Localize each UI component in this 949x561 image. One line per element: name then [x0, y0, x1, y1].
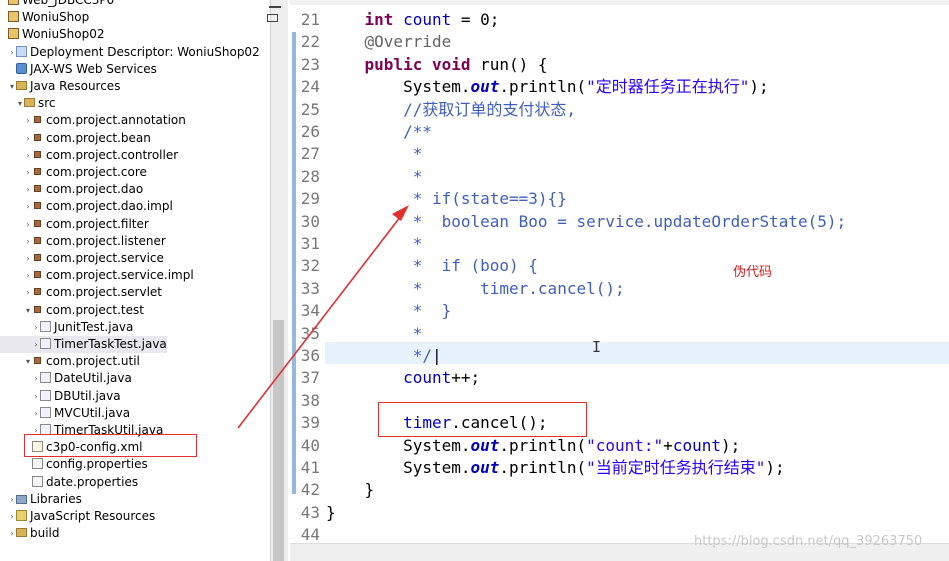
text-cursor-icon: I: [592, 338, 602, 356]
pseudo-code-label: 伪代码: [733, 265, 773, 280]
watermark: https://blog.csdn.net/qq_39263750: [694, 534, 923, 549]
annotation-arrow: [237, 205, 409, 429]
